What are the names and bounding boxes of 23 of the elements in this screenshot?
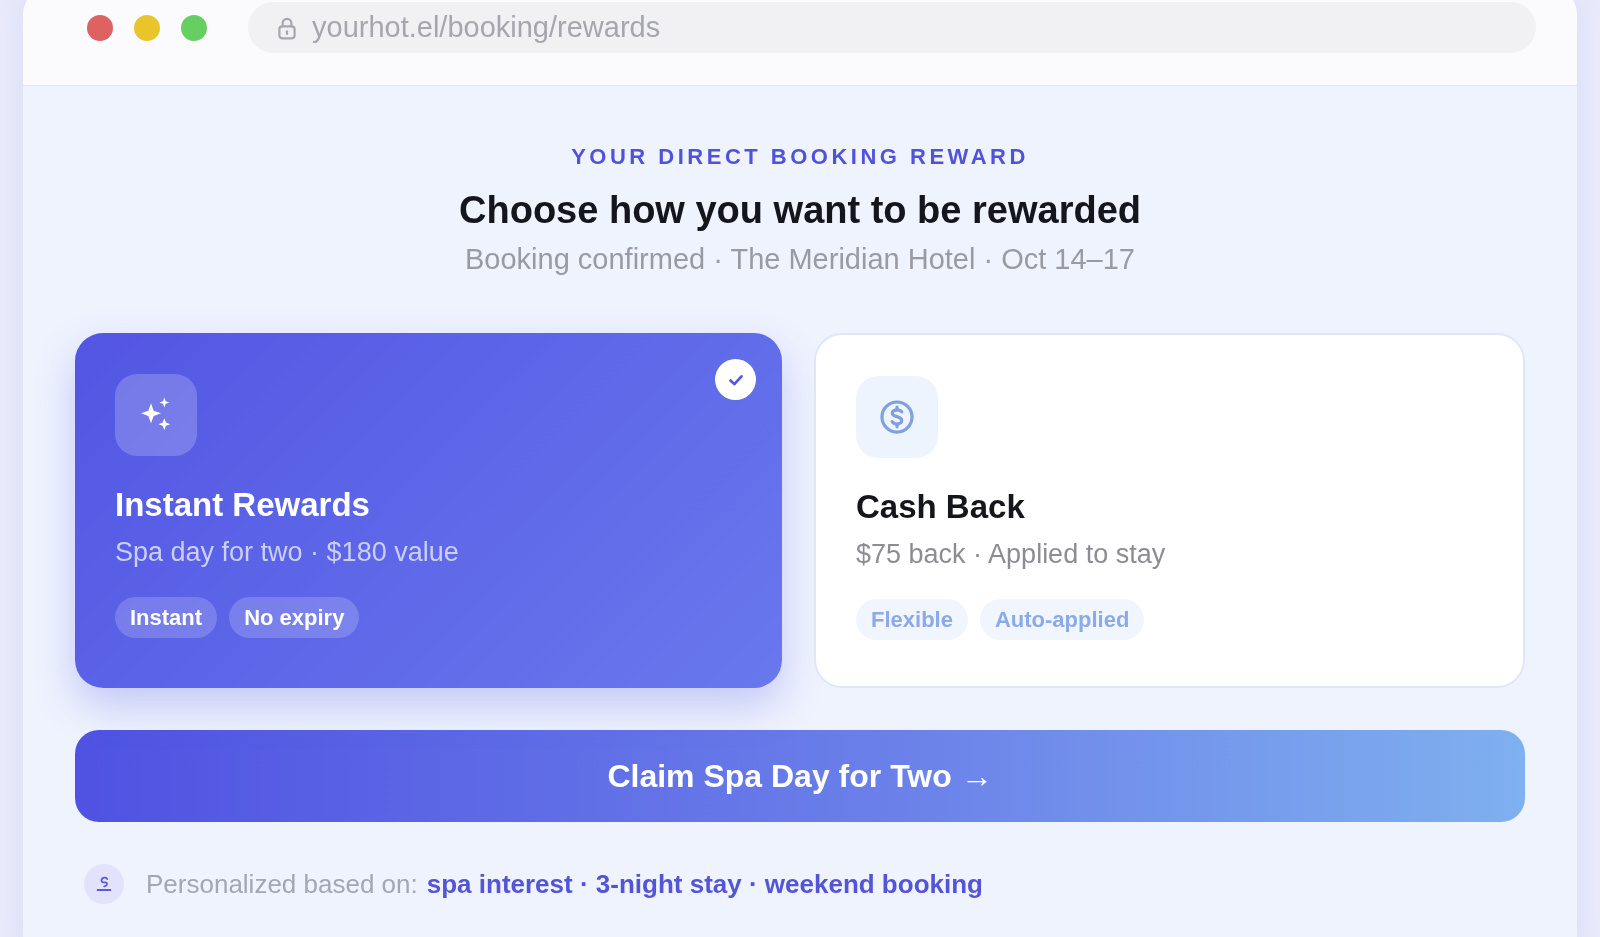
minimize-window-icon[interactable] <box>134 14 160 41</box>
swirl-icon <box>84 864 124 904</box>
option-tag: Auto-applied <box>979 599 1145 640</box>
option-tag: Instant <box>115 597 218 638</box>
option-tag: No expiry <box>229 597 360 638</box>
reward-option-card[interactable]: Cash Back $75 back · Applied to stay Flexible Auto-applied <box>814 333 1525 688</box>
dollar-coin-icon <box>878 398 916 436</box>
url-text: yourhot.el/booking/rewards <box>312 9 661 45</box>
option-tag: Flexible <box>856 599 968 640</box>
option-title: Instant Rewards <box>115 486 370 524</box>
page-title: Choose how you want to be rewarded <box>459 188 1141 233</box>
personalization-label: Personalized based on: <box>146 867 418 901</box>
personalization-factors: spa interest · 3-night stay · weekend booking <box>426 867 983 901</box>
option-title: Cash Back <box>856 488 1025 526</box>
option-detail: $75 back · Applied to stay <box>856 538 1166 570</box>
option-detail: Spa day for two · $180 value <box>115 536 459 568</box>
check-icon <box>715 359 756 400</box>
eyebrow-text: YOUR DIRECT BOOKING REWARD <box>571 144 1029 170</box>
maximize-window-icon[interactable] <box>181 14 207 41</box>
booking-summary: Booking confirmed · The Meridian Hotel · Oct 14–17 <box>465 242 1135 276</box>
reward-option-card[interactable]: Instant Rewards Spa day for two · $180 value Instant No expiry <box>75 333 782 688</box>
claim-button[interactable]: Claim Spa Day for Two → <box>75 730 1525 822</box>
close-window-icon[interactable] <box>87 14 113 41</box>
